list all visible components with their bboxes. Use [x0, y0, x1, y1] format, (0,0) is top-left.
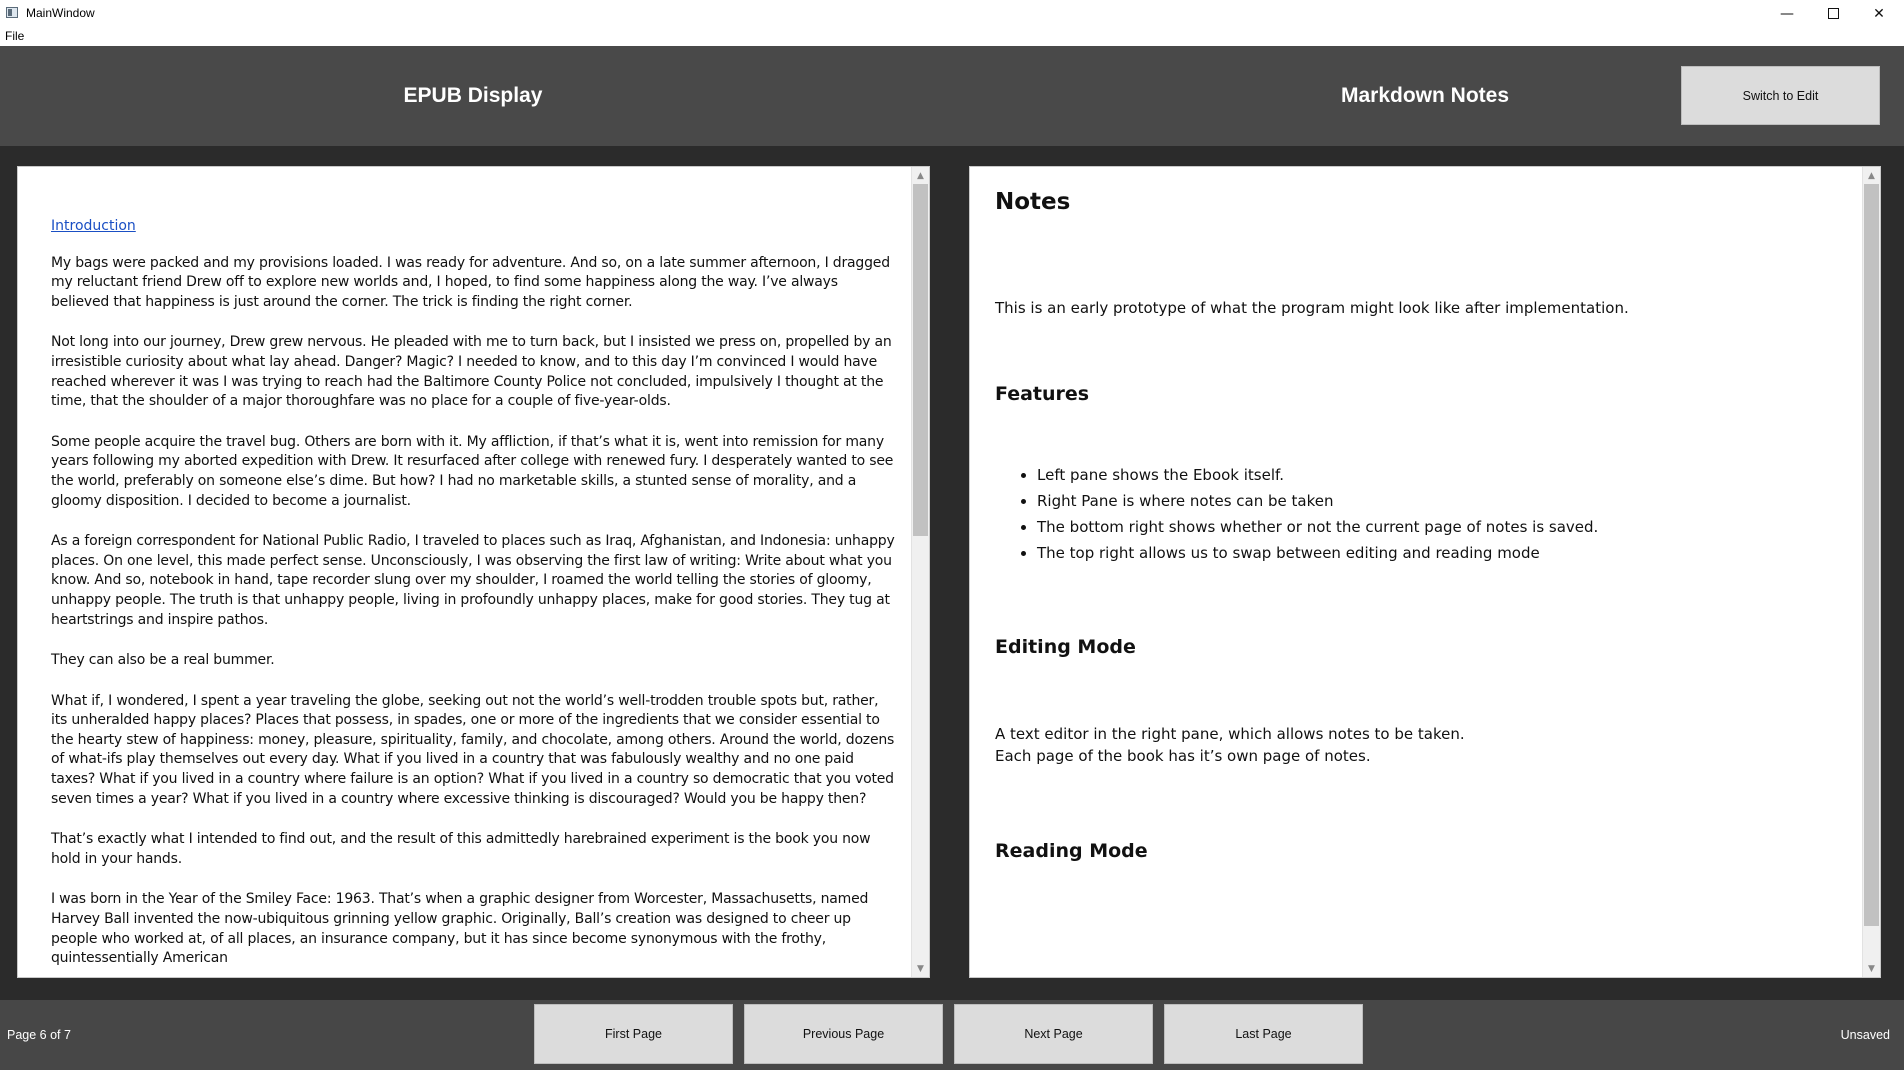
menu-file[interactable]: File	[5, 29, 24, 43]
epub-pane[interactable]: Introduction My bags were packed and my …	[17, 166, 930, 978]
introduction-link[interactable]: Introduction	[51, 217, 136, 237]
close-button[interactable]: ✕	[1856, 0, 1902, 27]
epub-scrollbar[interactable]: ▲ ▼	[911, 167, 929, 977]
notes-scroll-thumb[interactable]	[1864, 184, 1879, 926]
switch-mode-button[interactable]: Switch to Edit	[1681, 66, 1880, 125]
title-bar: MainWindow — ✕	[0, 0, 1904, 27]
scroll-up-arrow-icon[interactable]: ▲	[1863, 167, 1880, 184]
list-item: Right Pane is where notes can be taken	[1037, 488, 1845, 514]
editing-mode-heading: Editing Mode	[995, 636, 1136, 658]
editing-mode-text: A text editor in the right pane, which a…	[995, 725, 1465, 743]
epub-paragraph: What if, I wondered, I spent a year trav…	[51, 692, 895, 807]
next-page-button[interactable]: Next Page	[954, 1004, 1153, 1064]
epub-paragraph: I was born in the Year of the Smiley Fac…	[51, 891, 869, 967]
notes-intro: This is an early prototype of what the p…	[995, 299, 1629, 317]
notes-pane[interactable]: Notes This is an early prototype of what…	[969, 166, 1881, 978]
epub-paragraph: Some people acquire the travel bug. Othe…	[51, 433, 894, 509]
minimize-button[interactable]: —	[1764, 0, 1810, 27]
markdown-notes-title: Markdown Notes	[1340, 84, 1510, 107]
notes-heading: Notes	[995, 189, 1071, 215]
epub-paragraph: That’s exactly what I intended to find o…	[51, 831, 871, 867]
scroll-down-arrow-icon[interactable]: ▼	[912, 960, 929, 977]
epub-paragraph: Not long into our journey, Drew grew ner…	[51, 334, 892, 410]
reading-mode-heading: Reading Mode	[995, 840, 1148, 862]
notes-scrollbar[interactable]: ▲ ▼	[1862, 167, 1880, 977]
scroll-up-arrow-icon[interactable]: ▲	[912, 167, 929, 184]
footer-bar: Page 6 of 7 First Page Previous Page Nex…	[0, 1000, 1904, 1070]
scroll-down-arrow-icon[interactable]: ▼	[1863, 960, 1880, 977]
notes-content: Notes This is an early prototype of what…	[995, 187, 1845, 864]
features-list: Left pane shows the Ebook itself. Right …	[995, 462, 1845, 566]
minimize-icon: —	[1780, 5, 1794, 22]
close-icon: ✕	[1873, 5, 1885, 22]
page-indicator: Page 6 of 7	[7, 1028, 71, 1042]
epub-scroll-thumb[interactable]	[913, 184, 928, 536]
epub-paragraph: They can also be a real bummer.	[51, 652, 275, 669]
app-window-icon	[6, 7, 18, 18]
editing-mode-text: Each page of the book has it’s own page …	[995, 747, 1371, 765]
epub-display-title: EPUB Display	[403, 84, 543, 107]
list-item: The bottom right shows whether or not th…	[1037, 514, 1845, 540]
epub-content: Introduction My bags were packed and my …	[51, 217, 896, 977]
epub-paragraph: My bags were packed and my provisions lo…	[51, 254, 890, 310]
last-page-button[interactable]: Last Page	[1164, 1004, 1363, 1064]
features-heading: Features	[995, 383, 1090, 405]
previous-page-button[interactable]: Previous Page	[744, 1004, 943, 1064]
maximize-button[interactable]	[1810, 0, 1856, 27]
header-bar: EPUB Display Markdown Notes Switch to Ed…	[0, 46, 1904, 146]
first-page-button[interactable]: First Page	[534, 1004, 733, 1064]
list-item: Left pane shows the Ebook itself.	[1037, 462, 1845, 488]
epub-paragraph: As a foreign correspondent for National …	[51, 533, 895, 628]
list-item: The top right allows us to swap between …	[1037, 540, 1845, 566]
window-title: MainWindow	[26, 6, 95, 20]
save-status: Unsaved	[1840, 1028, 1890, 1042]
menu-bar: File	[0, 27, 1904, 47]
maximize-icon	[1827, 8, 1839, 19]
